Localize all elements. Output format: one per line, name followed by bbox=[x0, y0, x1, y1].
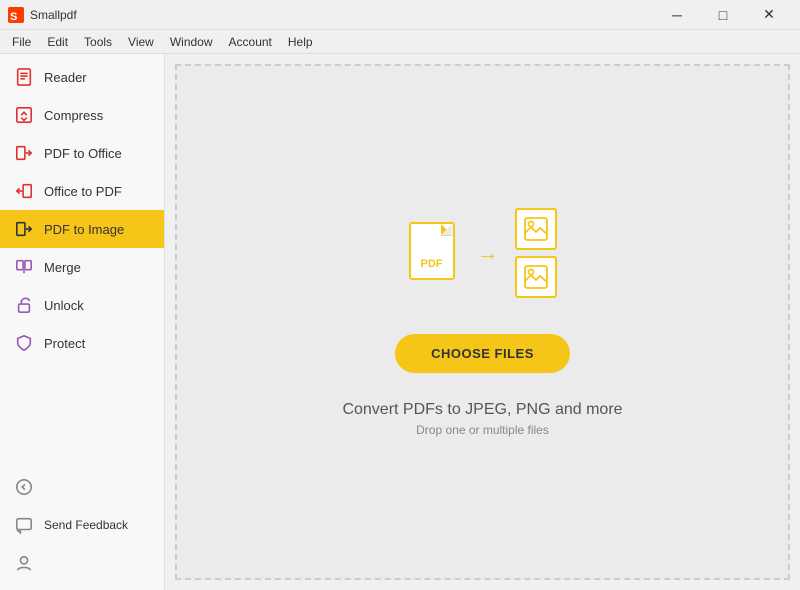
arrow-icon: → bbox=[477, 240, 499, 266]
menu-bar: FileEditToolsViewWindowAccountHelp bbox=[0, 30, 800, 54]
sidebar-label-unlock: Unlock bbox=[44, 298, 84, 313]
menu-item-account[interactable]: Account bbox=[221, 33, 280, 51]
menu-item-help[interactable]: Help bbox=[280, 33, 321, 51]
pdf-file-icon: PDF bbox=[409, 222, 461, 284]
main-layout: Reader Compress PDF to Office bbox=[0, 54, 800, 590]
merge-icon bbox=[14, 257, 34, 277]
title-bar-controls: ─ □ ✕ bbox=[654, 0, 792, 30]
sidebar-label-pdf-to-office: PDF to Office bbox=[44, 146, 122, 161]
sidebar: Reader Compress PDF to Office bbox=[0, 54, 165, 590]
sidebar-label-merge: Merge bbox=[44, 260, 81, 275]
app-title: Smallpdf bbox=[30, 8, 77, 22]
title-bar: S Smallpdf ─ □ ✕ bbox=[0, 0, 800, 30]
sidebar-item-merge[interactable]: Merge bbox=[0, 248, 164, 286]
back-icon bbox=[14, 477, 34, 497]
menu-item-tools[interactable]: Tools bbox=[76, 33, 120, 51]
sidebar-item-protect[interactable]: Protect bbox=[0, 324, 164, 362]
sidebar-item-feedback[interactable]: Send Feedback bbox=[0, 506, 164, 544]
choose-files-button[interactable]: CHOOSE FILES bbox=[395, 334, 570, 373]
sidebar-item-unlock[interactable]: Unlock bbox=[0, 286, 164, 324]
sidebar-bottom: Send Feedback bbox=[0, 468, 164, 590]
sidebar-label-reader: Reader bbox=[44, 70, 87, 85]
image-icon-1 bbox=[515, 208, 557, 250]
compress-icon bbox=[14, 105, 34, 125]
image-icon-2 bbox=[515, 256, 557, 298]
title-bar-left: S Smallpdf bbox=[8, 7, 77, 23]
protect-icon bbox=[14, 333, 34, 353]
sidebar-label-protect: Protect bbox=[44, 336, 85, 351]
minimize-button[interactable]: ─ bbox=[654, 0, 700, 30]
content-area: PDF → bbox=[165, 54, 800, 590]
pdf-to-office-icon bbox=[14, 143, 34, 163]
sidebar-label-compress: Compress bbox=[44, 108, 103, 123]
sidebar-item-back[interactable] bbox=[0, 468, 164, 506]
unlock-icon bbox=[14, 295, 34, 315]
drop-zone[interactable]: PDF → bbox=[175, 64, 790, 580]
drop-text-main: Convert PDFs to JPEG, PNG and more bbox=[342, 401, 622, 419]
image-stack bbox=[515, 208, 557, 298]
sidebar-item-pdf-to-office[interactable]: PDF to Office bbox=[0, 134, 164, 172]
sidebar-item-compress[interactable]: Compress bbox=[0, 96, 164, 134]
close-button[interactable]: ✕ bbox=[746, 0, 792, 30]
sidebar-label-pdf-to-image: PDF to Image bbox=[44, 222, 124, 237]
pdf-to-image-icon bbox=[14, 219, 34, 239]
pdf-icon-fold bbox=[441, 224, 453, 236]
menu-item-window[interactable]: Window bbox=[162, 33, 221, 51]
sidebar-label-office-to-pdf: Office to PDF bbox=[44, 184, 122, 199]
drop-text-sub: Drop one or multiple files bbox=[416, 423, 549, 437]
pdf-text-label: PDF bbox=[421, 258, 443, 270]
svg-text:S: S bbox=[10, 11, 17, 23]
menu-item-edit[interactable]: Edit bbox=[39, 33, 76, 51]
office-to-pdf-icon bbox=[14, 181, 34, 201]
reader-icon bbox=[14, 67, 34, 87]
illustration: PDF → bbox=[409, 208, 557, 298]
app-logo: S bbox=[8, 7, 24, 23]
sidebar-item-office-to-pdf[interactable]: Office to PDF bbox=[0, 172, 164, 210]
menu-item-file[interactable]: File bbox=[4, 33, 39, 51]
sidebar-item-pdf-to-image[interactable]: PDF to Image bbox=[0, 210, 164, 248]
sidebar-item-reader[interactable]: Reader bbox=[0, 58, 164, 96]
sidebar-item-account[interactable] bbox=[0, 544, 164, 582]
account-icon bbox=[14, 553, 34, 573]
sidebar-label-feedback: Send Feedback bbox=[44, 518, 128, 532]
maximize-button[interactable]: □ bbox=[700, 0, 746, 30]
menu-item-view[interactable]: View bbox=[120, 33, 162, 51]
feedback-icon bbox=[14, 515, 34, 535]
pdf-icon-body: PDF bbox=[409, 222, 455, 280]
